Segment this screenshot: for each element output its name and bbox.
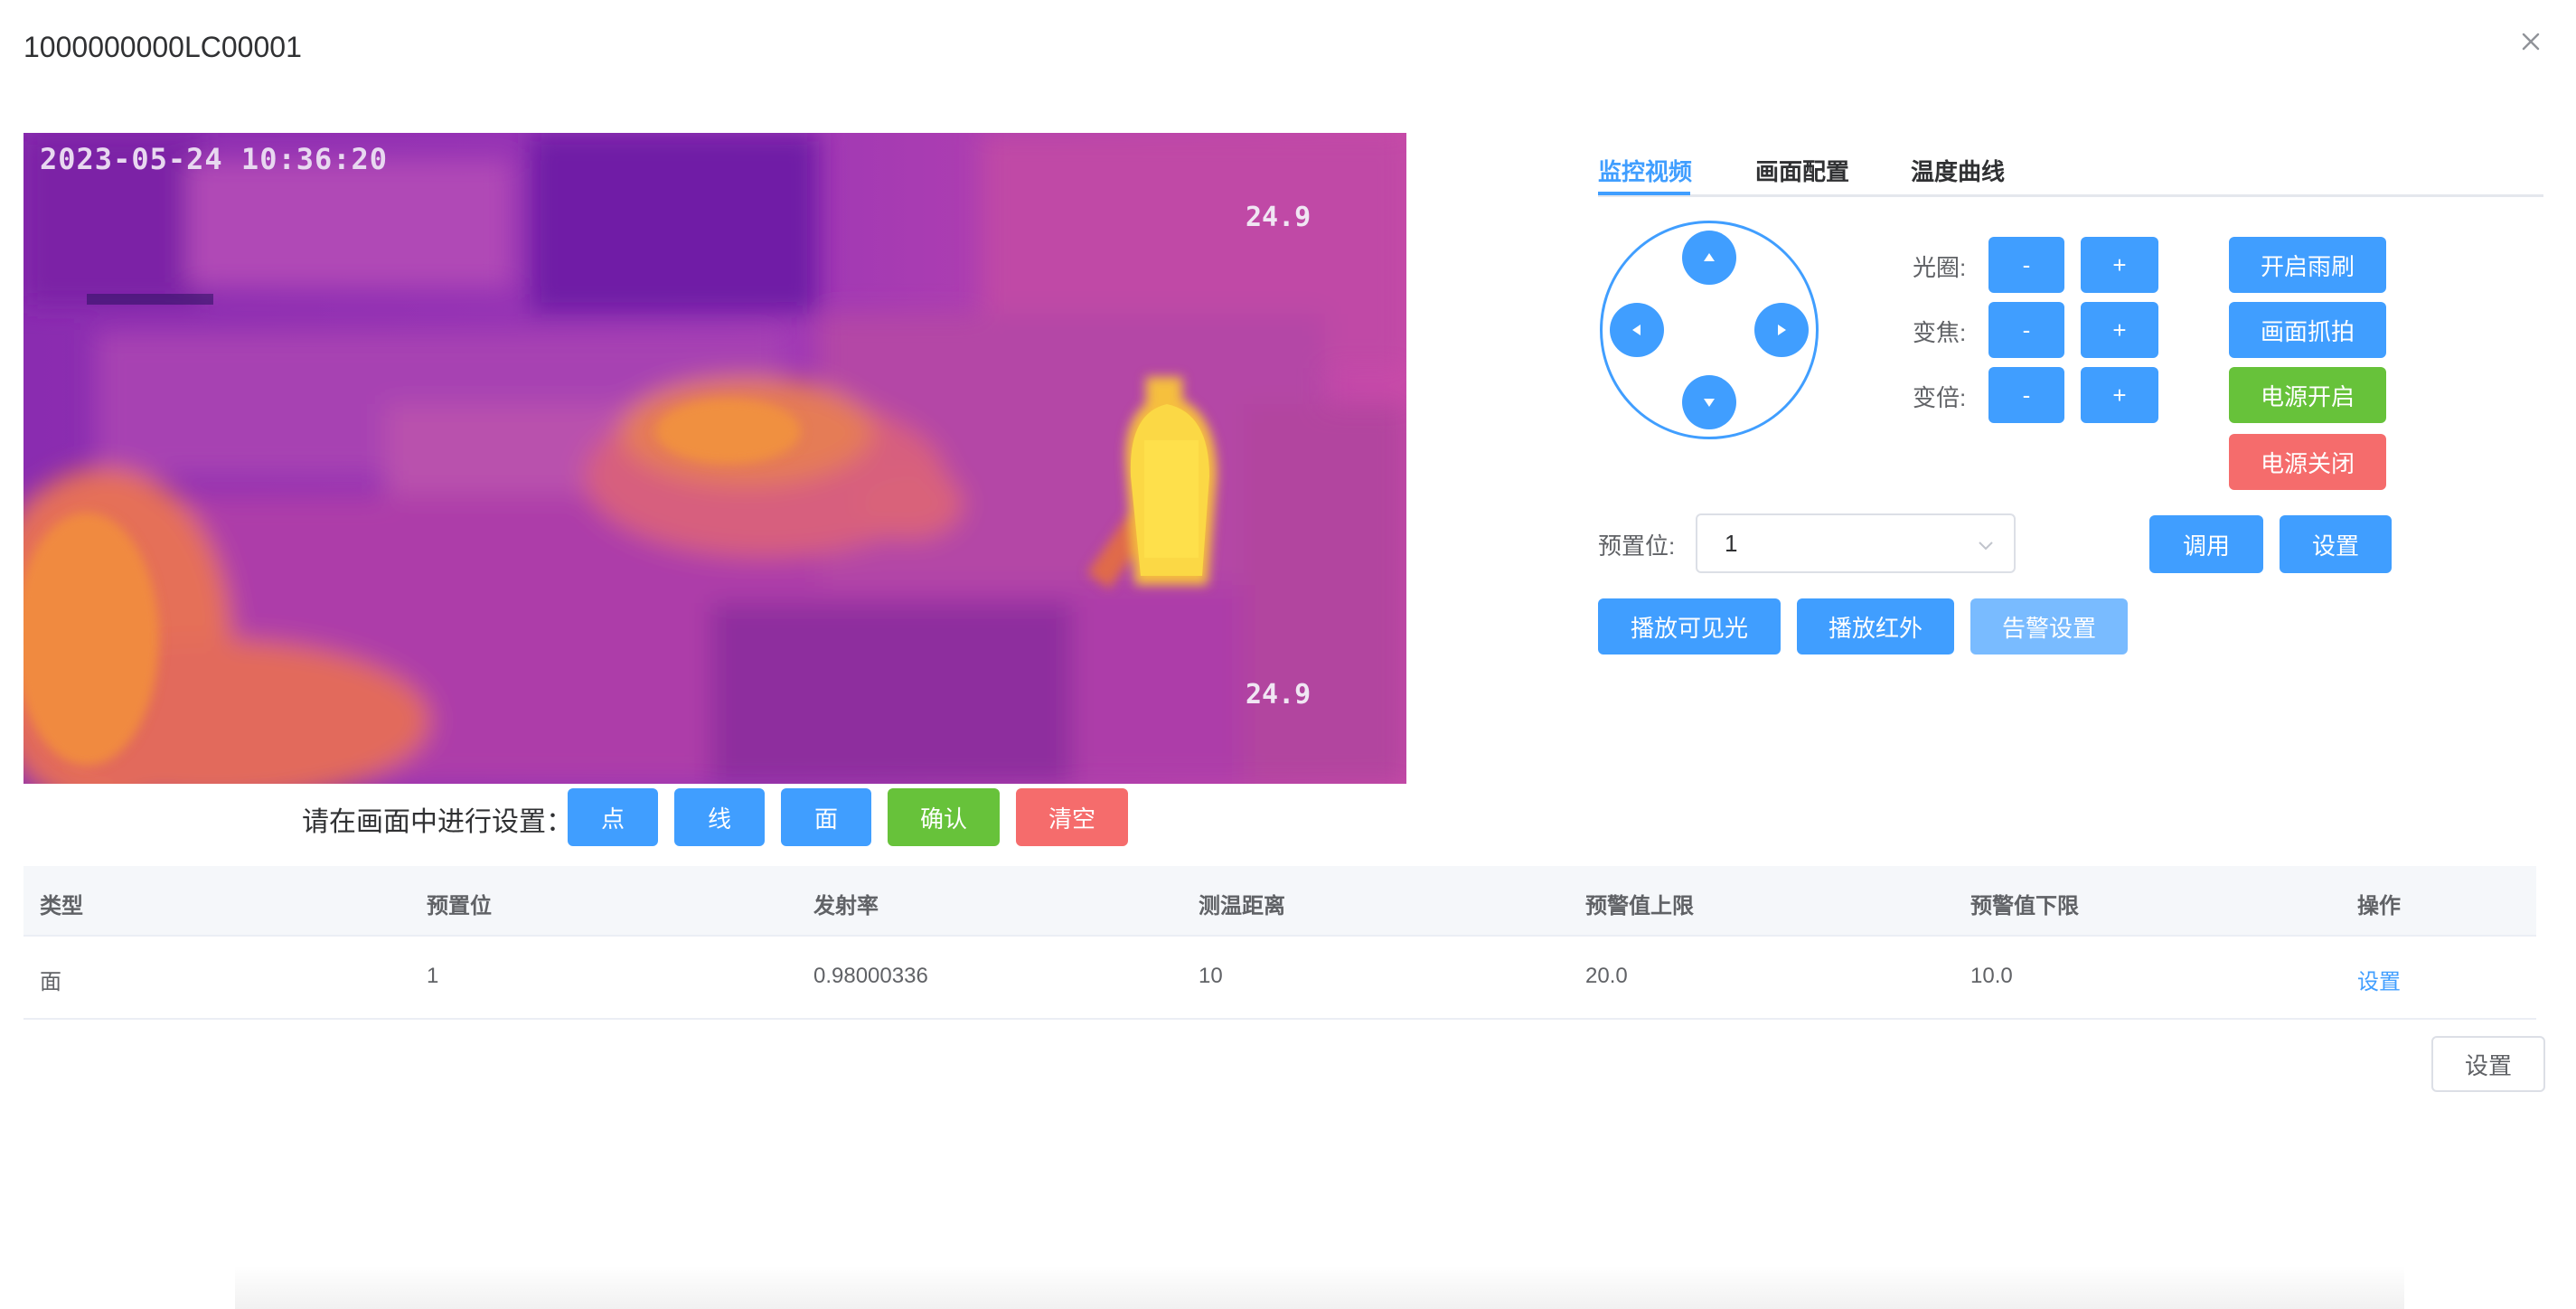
thermal-video-view[interactable]: 2023-05-24 10:36:20 24.9 24.9	[24, 133, 1406, 784]
preset-label: 预置位:	[1598, 532, 1676, 560]
column-header-type: 类型	[40, 894, 83, 918]
tab-temperature-curve[interactable]: 温度曲线	[1911, 154, 2005, 187]
active-tab-indicator	[1598, 192, 1690, 195]
cell-upper-limit: 20.0	[1585, 964, 1628, 988]
chevron-down-icon	[1979, 541, 1993, 551]
monitor-dialog: 1000000000LC00001 2023-05-24 10:36:20 24…	[0, 0, 2576, 1309]
wiper-on-button[interactable]: 开启雨刷	[2229, 237, 2386, 293]
power-off-button[interactable]: 电源关闭	[2229, 434, 2386, 490]
table-row: 面 1 0.98000336 10 20.0 10.0 设置	[24, 937, 2536, 1020]
play-infrared-button[interactable]: 播放红外	[1797, 598, 1954, 654]
cell-emissivity: 0.98000336	[813, 964, 928, 988]
clear-button[interactable]: 清空	[1016, 788, 1128, 846]
power-on-button[interactable]: 电源开启	[2229, 367, 2386, 423]
tab-picture-config[interactable]: 画面配置	[1755, 154, 1849, 187]
zoom-label: 变倍:	[1913, 384, 1967, 411]
preset-call-button[interactable]: 调用	[2149, 515, 2263, 573]
caret-up-icon[interactable]	[1682, 231, 1736, 285]
iris-plus-button[interactable]: +	[2081, 237, 2158, 293]
caret-left-icon[interactable]	[1610, 303, 1664, 357]
row-settings-link[interactable]: 设置	[2357, 964, 2401, 995]
preset-select[interactable]: 1	[1696, 513, 2016, 573]
iris-label: 光圈:	[1913, 254, 1967, 281]
ptz-control	[1600, 221, 1819, 439]
tab-bar: 监控视频 画面配置 温度曲线	[1598, 145, 2543, 197]
alarm-settings-button[interactable]: 告警设置	[1970, 598, 2128, 654]
column-header-distance: 测温距离	[1199, 894, 1285, 918]
cell-lower-limit: 10.0	[1970, 964, 2013, 988]
cell-preset: 1	[427, 964, 439, 988]
play-visible-button[interactable]: 播放可见光	[1598, 598, 1781, 654]
video-temperature-top: 24.9	[1246, 202, 1312, 233]
iris-minus-button[interactable]: -	[1988, 237, 2064, 293]
focus-minus-button[interactable]: -	[1988, 302, 2064, 358]
snapshot-button[interactable]: 画面抓拍	[2229, 302, 2386, 358]
preset-select-value: 1	[1725, 530, 1738, 557]
video-temperature-bottom: 24.9	[1246, 679, 1312, 711]
preset-set-button[interactable]: 设置	[2280, 515, 2392, 573]
tab-monitor-video[interactable]: 监控视频	[1598, 154, 1692, 187]
footer-settings-button[interactable]: 设置	[2431, 1036, 2545, 1092]
cell-distance: 10	[1199, 964, 1223, 988]
draw-hint-label: 请在画面中进行设置：	[302, 807, 573, 837]
focus-label: 变焦:	[1913, 319, 1967, 346]
caret-down-icon[interactable]	[1682, 375, 1736, 429]
column-header-preset: 预置位	[427, 894, 492, 918]
close-icon[interactable]	[2516, 27, 2545, 56]
caret-right-icon[interactable]	[1754, 303, 1809, 357]
draw-line-button[interactable]: 线	[674, 788, 765, 846]
column-header-upper-limit: 预警值上限	[1585, 894, 1694, 918]
draw-area-button[interactable]: 面	[781, 788, 871, 846]
cell-type: 面	[40, 970, 61, 994]
dialog-title: 1000000000LC00001	[24, 31, 302, 63]
draw-point-button[interactable]: 点	[568, 788, 658, 846]
video-timestamp: 2023-05-24 10:36:20	[40, 142, 389, 176]
column-header-lower-limit: 预警值下限	[1970, 894, 2079, 918]
column-header-action: 操作	[2357, 894, 2401, 918]
zoom-minus-button[interactable]: -	[1988, 367, 2064, 423]
bottom-edge	[235, 1266, 2404, 1309]
confirm-button[interactable]: 确认	[888, 788, 1000, 846]
table-header: 类型 预置位 发射率 测温距离 预警值上限 预警值下限 操作	[24, 866, 2536, 937]
column-header-emissivity: 发射率	[813, 894, 879, 918]
focus-plus-button[interactable]: +	[2081, 302, 2158, 358]
zoom-plus-button[interactable]: +	[2081, 367, 2158, 423]
thermal-image	[24, 133, 1406, 784]
